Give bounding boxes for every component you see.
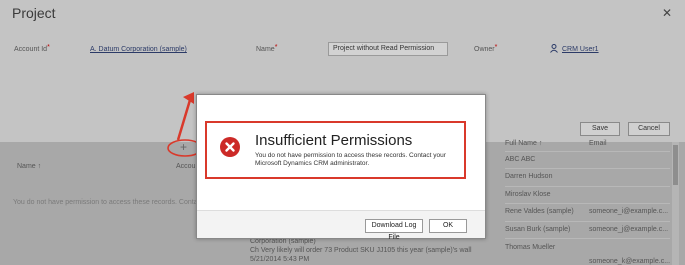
activity-text: Corporation (sample)	[250, 238, 316, 245]
list-item[interactable]: Thomas Mueller	[505, 244, 555, 251]
divider	[505, 151, 670, 152]
column-header-full-name[interactable]: Full Name ↑ Email	[505, 140, 607, 147]
cancel-button[interactable]: Cancel	[628, 122, 670, 136]
owner-label: Owner*	[474, 44, 498, 53]
account-id-link[interactable]: A. Datum Corporation (sample)	[90, 46, 187, 53]
name-label: Name*	[256, 44, 278, 53]
user-icon	[550, 44, 558, 53]
dialog-title: Insufficient Permissions	[255, 132, 413, 149]
dialog-message: You do not have permission to access the…	[255, 152, 446, 167]
list-item[interactable]: Susan Burk (sample) someone_j@example.c..…	[505, 226, 668, 233]
owner-link[interactable]: CRM User1	[562, 46, 599, 53]
activity-text: Ch Very likely will order 73 Product SKU…	[250, 247, 472, 254]
account-id-label: Account Id*	[14, 44, 50, 53]
required-marker: *	[47, 44, 50, 51]
divider	[505, 221, 670, 222]
column-header-account[interactable]: Accou	[176, 163, 195, 170]
ok-button[interactable]: OK	[429, 219, 467, 233]
save-button[interactable]: Save	[580, 122, 620, 136]
form-title: Project	[12, 5, 56, 21]
download-log-file-button[interactable]: Download Log File	[365, 219, 423, 241]
column-header-name[interactable]: Name ↑	[17, 163, 41, 170]
scrollbar-thumb[interactable]	[673, 145, 678, 185]
list-item[interactable]: Darren Hudson	[505, 173, 552, 180]
required-marker: *	[274, 44, 278, 51]
list-item[interactable]: Rene Valdes (sample) someone_i@example.c.…	[505, 208, 668, 215]
list-item[interactable]: Miroslav Klose	[505, 191, 551, 198]
divider	[505, 168, 670, 169]
list-item[interactable]: ABC ABC	[505, 156, 535, 163]
permission-message: You do not have permission to access the…	[13, 199, 209, 206]
close-icon[interactable]: ✕	[662, 6, 672, 20]
required-marker: *	[494, 44, 498, 51]
name-field[interactable]: Project without Read Permission	[328, 42, 448, 56]
divider	[505, 203, 670, 204]
divider	[505, 238, 670, 239]
annotation-highlight-frame	[205, 121, 466, 179]
activity-timestamp: 5/21/2014 5:43 PM	[250, 256, 310, 263]
divider	[505, 186, 670, 187]
add-record-icon[interactable]: +	[180, 141, 187, 153]
error-icon	[220, 137, 240, 157]
